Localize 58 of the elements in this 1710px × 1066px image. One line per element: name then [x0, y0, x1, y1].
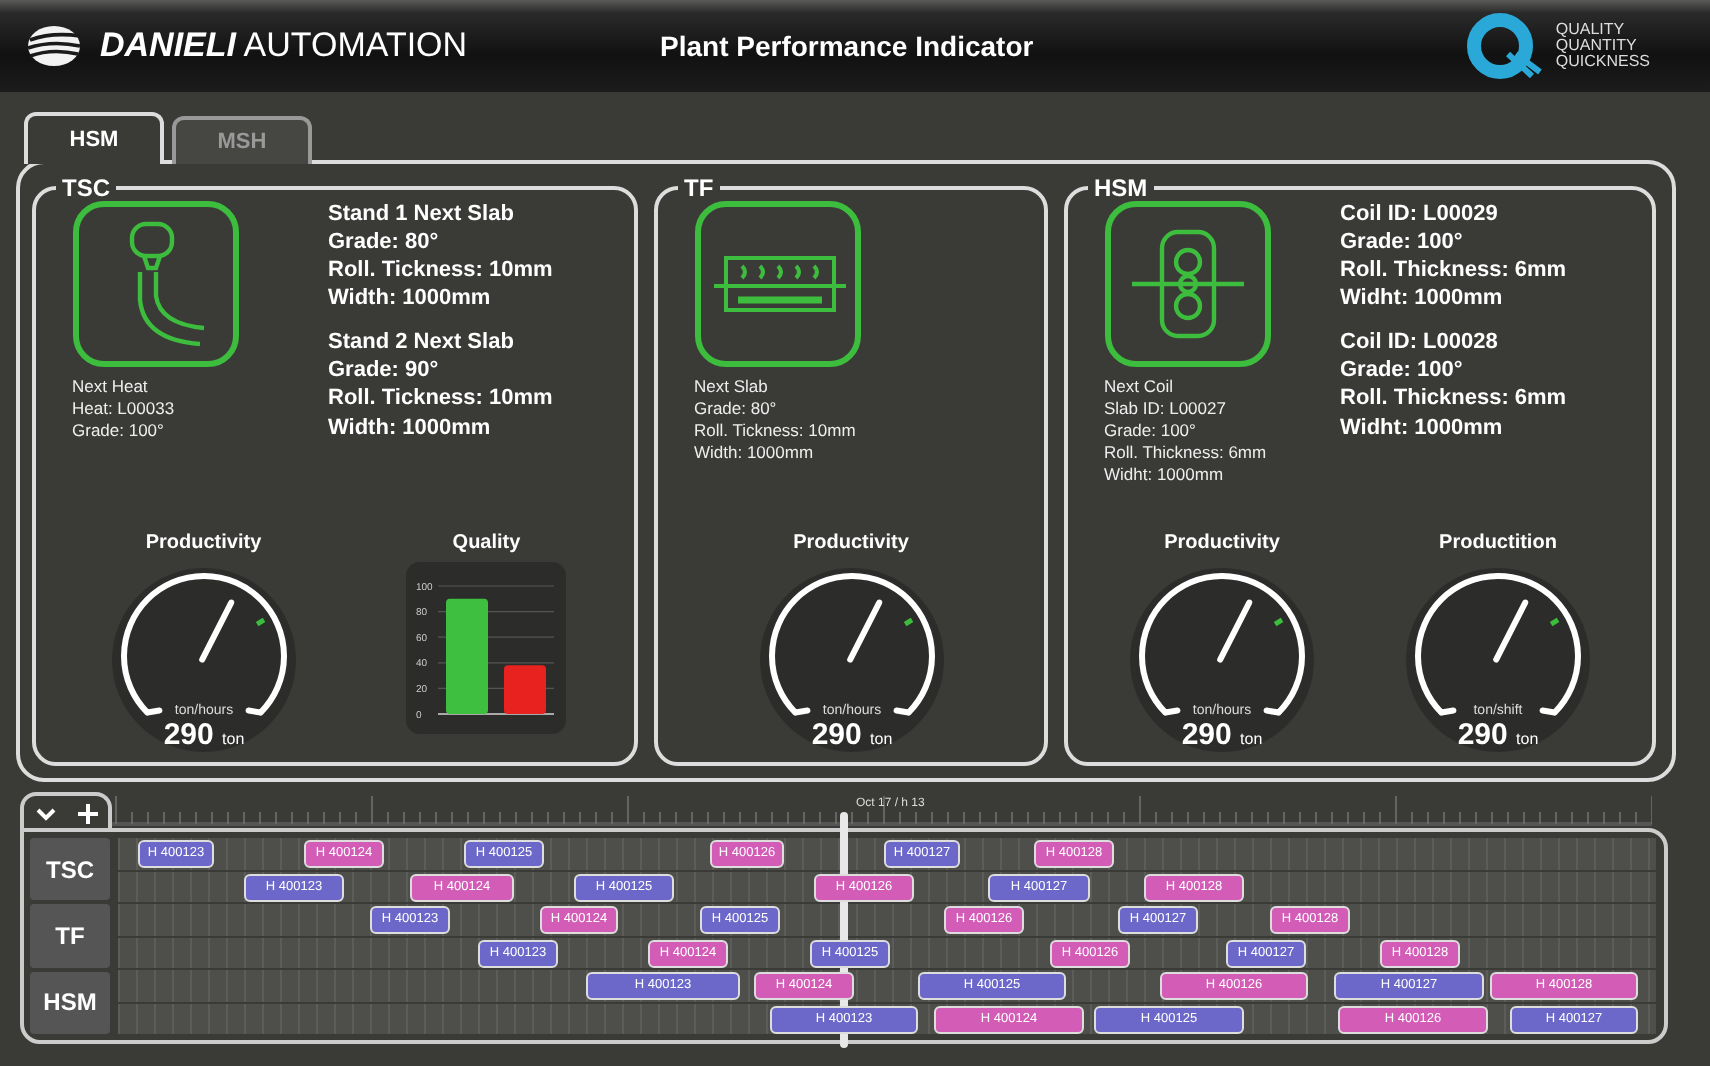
gauge-value: 290 ton — [1457, 718, 1539, 752]
logo-icon — [24, 24, 84, 68]
caption-line: Roll. Tickness: 10mm — [694, 420, 858, 443]
detail-line: Stand 1 Next Slab — [328, 200, 516, 229]
caption-line: Slab ID: L00027 — [1104, 398, 1228, 421]
gauge-value: 290 ton — [1181, 718, 1263, 752]
caption-line: Widht: 1000mm — [1104, 464, 1226, 487]
furnace-icon — [694, 200, 862, 368]
detail-line: Grade: 100° — [1340, 228, 1465, 257]
gauge-value: 290 ton — [810, 718, 892, 752]
row-label: TF — [30, 904, 110, 968]
caption-line: Grade: 100° — [72, 420, 166, 443]
caption-line: Next Coil — [1104, 376, 1175, 399]
caption-line: Width: 1000mm — [694, 442, 816, 465]
detail-line: Widht: 1000mm — [1340, 284, 1505, 313]
gauge-value: 290 ton — [163, 718, 244, 752]
detail-line: Roll. Tickness: 10mm — [328, 384, 553, 414]
target-mark — [1273, 617, 1284, 627]
detail-line: Roll. Tickness: 10mm — [328, 256, 553, 285]
widget-title: Quality — [452, 530, 521, 558]
caption-line: Next Heat — [72, 376, 150, 399]
target-mark — [1549, 617, 1560, 627]
row-label: HSM — [30, 971, 110, 1034]
widget-title: Productition — [1439, 530, 1557, 558]
caption-line: Grade: 80° — [694, 398, 779, 421]
brand-name: DANIELI AUTOMATION — [100, 24, 468, 69]
detail-line: Roll. Thickness: 6mm — [1340, 384, 1567, 414]
target-mark — [255, 617, 265, 627]
page-title: Plant Performance Indicator — [660, 27, 1034, 65]
caption-line: Heat: L00033 — [72, 398, 177, 421]
caption-line: Roll. Thickness: 6mm — [1104, 442, 1269, 465]
widget-title: Productivity — [1164, 530, 1280, 558]
detail-line: Grade: 90° — [328, 356, 441, 385]
detail-line: Grade: 80° — [328, 228, 441, 257]
detail-line: Coil ID: L00029 — [1340, 200, 1500, 229]
caption-line: Next Slab — [694, 376, 770, 399]
detail-line: Coil ID: L00028 — [1340, 328, 1500, 357]
caption-line: Grade: 100° — [1104, 420, 1198, 443]
row-label: TSC — [30, 838, 110, 901]
detail-line: Width: 1000mm — [328, 284, 493, 313]
detail-line: Width: 1000mm — [328, 413, 493, 442]
section-title: TSC — [60, 176, 112, 200]
section-title: TF — [682, 176, 716, 200]
detail-line: Widht: 1000mm — [1340, 413, 1505, 442]
widget-title: Productivity — [145, 530, 262, 558]
tagline: QUALITY QUANTITY QUICKNESS — [1555, 22, 1650, 70]
chevron-down-icon — [35, 807, 55, 821]
detail-line: Grade: 100° — [1340, 356, 1465, 385]
section-title: HSM — [1092, 176, 1150, 200]
detail-line: Roll. Thickness: 6mm — [1340, 256, 1567, 285]
widget-title: Productivity — [793, 530, 909, 558]
caster-icon — [72, 200, 240, 368]
detail-line: Stand 2 Next Slab — [328, 328, 516, 357]
target-mark — [902, 617, 913, 627]
plus-icon — [77, 804, 97, 824]
tab[interactable]: HSM — [24, 112, 164, 164]
rolling-mill-icon — [1104, 200, 1272, 368]
tab[interactable]: MSH — [172, 116, 312, 164]
